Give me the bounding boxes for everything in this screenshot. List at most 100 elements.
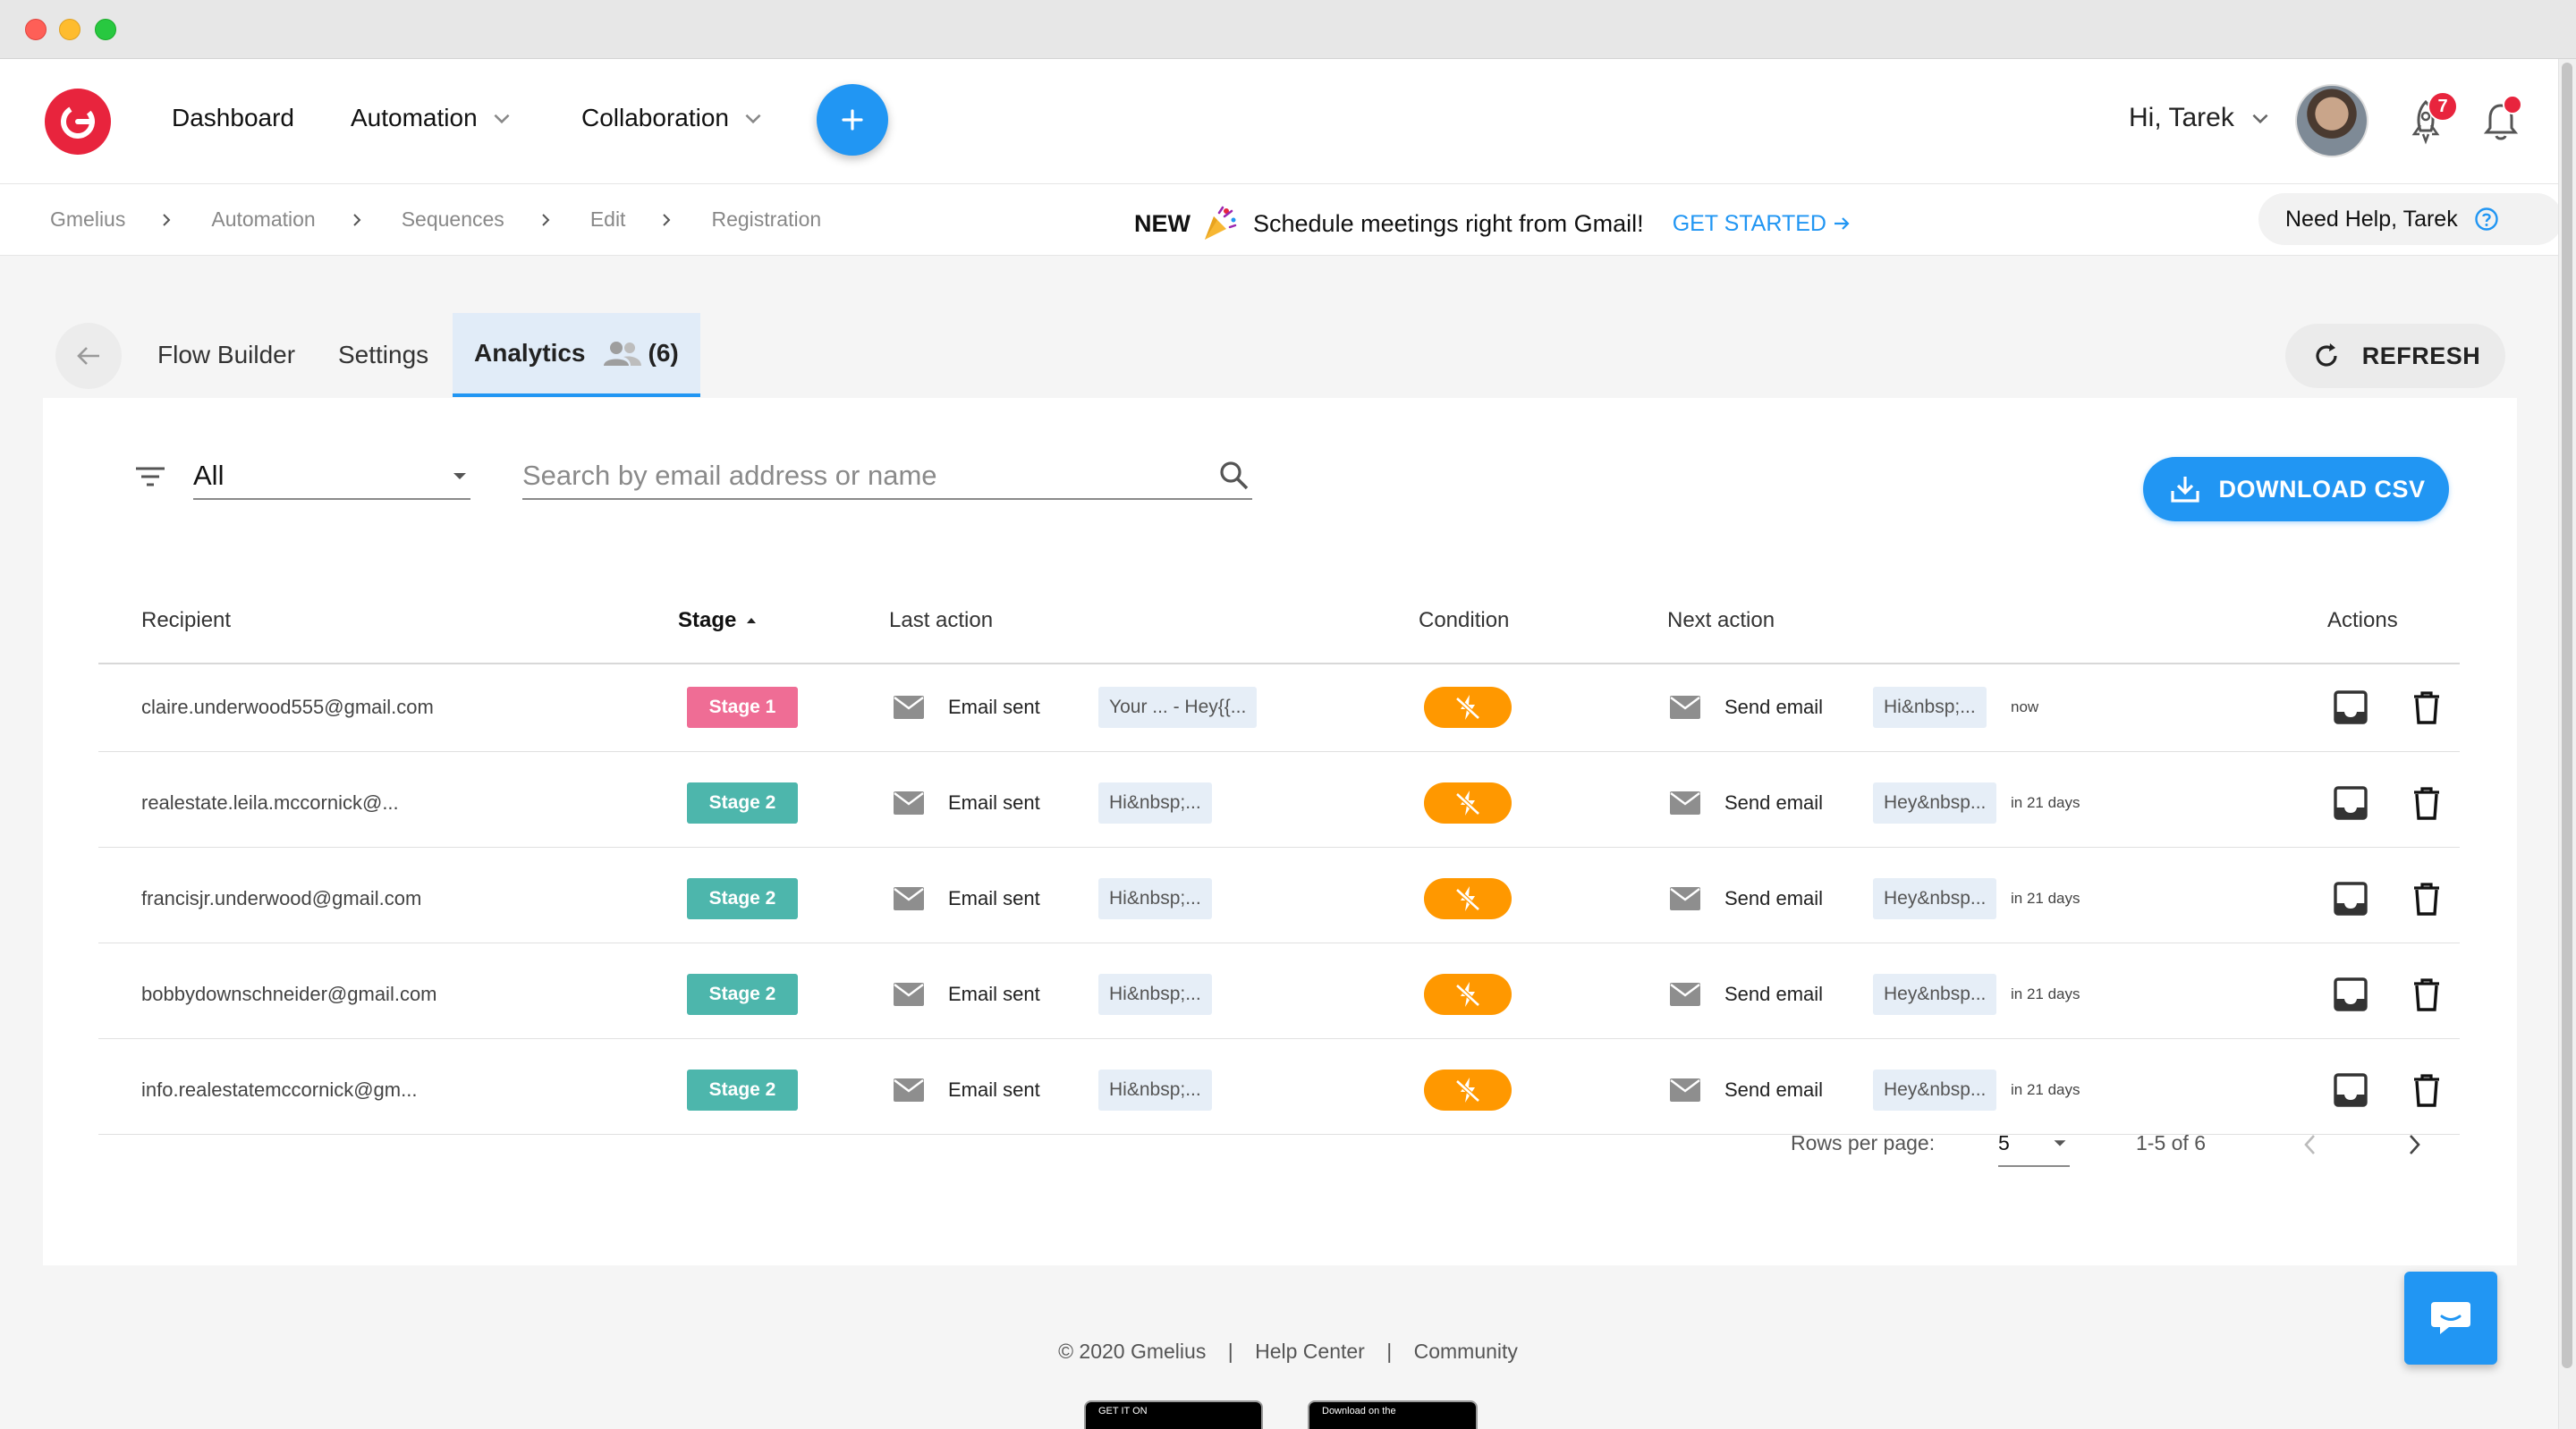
header-last-action[interactable]: Last action <box>889 608 993 633</box>
next-action-label: Send email <box>1724 696 1824 718</box>
chevron-right-icon <box>353 213 361 226</box>
breadcrumb-sequences[interactable]: Sequences <box>402 207 504 232</box>
next-action-preview[interactable]: Hey&nbsp... <box>1873 1047 1997 1133</box>
next-page-icon[interactable] <box>2404 1133 2424 1156</box>
breadcrumb-registration: Registration <box>711 207 822 231</box>
condition-toggle[interactable] <box>1424 1047 1512 1133</box>
gmelius-logo[interactable] <box>45 89 111 155</box>
google-play-badge[interactable]: GET IT ON <box>1084 1400 1263 1429</box>
last-action-preview-text: Your ... - Hey{{... <box>1098 687 1258 728</box>
rocket-badge: 7 <box>2428 91 2458 122</box>
back-button[interactable] <box>55 323 122 389</box>
flash-off-icon <box>1424 782 1512 824</box>
minimize-window-button[interactable] <box>59 19 80 40</box>
next-action-preview[interactable]: Hi&nbsp;... <box>1873 664 1987 750</box>
tab-analytics[interactable]: Analytics (6) <box>453 313 700 397</box>
next-action-label: Send email <box>1724 887 1824 909</box>
last-action-preview[interactable]: Hi&nbsp;... <box>1098 951 1212 1037</box>
last-action-preview[interactable]: Your ... - Hey{{... <box>1098 664 1258 750</box>
mail-icon <box>893 856 925 942</box>
refresh-button[interactable]: REFRESH <box>2285 324 2505 388</box>
footer-separator: | <box>1386 1340 1393 1363</box>
download-csv-button[interactable]: DOWNLOAD CSV <box>2143 457 2449 521</box>
condition-toggle[interactable] <box>1424 664 1512 750</box>
user-menu[interactable]: Hi, Tarek <box>2129 103 2272 133</box>
scrollbar-thumb[interactable] <box>2562 63 2572 1368</box>
sort-ascending-icon <box>747 618 757 623</box>
inbox-icon[interactable] <box>2333 664 2368 750</box>
app-store-badge[interactable]: Download on the <box>1308 1400 1478 1429</box>
window-titlebar <box>0 0 2576 59</box>
inbox-icon[interactable] <box>2333 856 2368 942</box>
avatar[interactable] <box>2295 84 2368 157</box>
delete-icon[interactable] <box>2411 951 2442 1037</box>
mail-icon <box>1669 1047 1701 1133</box>
next-action-preview[interactable]: Hey&nbsp... <box>1873 951 1997 1037</box>
chat-button[interactable] <box>2404 1272 2497 1365</box>
inbox-icon[interactable] <box>2333 951 2368 1037</box>
close-window-button[interactable] <box>25 19 47 40</box>
next-action-label: Send email <box>1724 983 1824 1005</box>
last-action-preview[interactable]: Hi&nbsp;... <box>1098 760 1212 846</box>
next-action-preview[interactable]: Hey&nbsp... <box>1873 856 1997 942</box>
nav-dashboard[interactable]: Dashboard <box>172 104 294 132</box>
search-icon[interactable] <box>1216 458 1252 494</box>
condition-toggle[interactable] <box>1424 760 1512 846</box>
last-action-preview[interactable]: Hi&nbsp;... <box>1098 1047 1212 1133</box>
header-recipient[interactable]: Recipient <box>141 608 231 633</box>
inbox-icon[interactable] <box>2333 760 2368 846</box>
footer-separator: | <box>1227 1340 1233 1363</box>
last-action-preview-text: Hi&nbsp;... <box>1098 878 1212 919</box>
filter-select[interactable]: All <box>193 453 470 500</box>
chevron-right-icon <box>663 213 671 226</box>
stage-badge-label: Stage 2 <box>687 782 798 824</box>
maximize-window-button[interactable] <box>95 19 116 40</box>
breadcrumb-gmelius[interactable]: Gmelius <box>50 207 125 232</box>
tab-settings-label: Settings <box>338 341 429 368</box>
header-next-action[interactable]: Next action <box>1667 608 1775 633</box>
stage-badge: Stage 2 <box>687 1047 798 1133</box>
nav-automation[interactable]: Automation <box>351 104 513 132</box>
header-stage[interactable]: Stage <box>678 608 758 633</box>
create-new-button[interactable] <box>817 84 888 156</box>
header-stage-label: Stage <box>678 608 737 632</box>
tab-flow-builder[interactable]: Flow Builder <box>157 313 295 397</box>
nav-collaboration-label: Collaboration <box>581 104 729 131</box>
tab-settings[interactable]: Settings <box>338 313 428 397</box>
breadcrumb-edit[interactable]: Edit <box>590 207 626 232</box>
flash-off-icon <box>1424 687 1512 728</box>
delete-icon[interactable] <box>2411 856 2442 942</box>
next-action-preview[interactable]: Hey&nbsp... <box>1873 760 1997 846</box>
footer-community-link[interactable]: Community <box>1414 1340 1518 1363</box>
nav-collaboration[interactable]: Collaboration <box>581 104 765 132</box>
delete-icon[interactable] <box>2411 1047 2442 1133</box>
flash-off-icon <box>1424 974 1512 1015</box>
delete-icon[interactable] <box>2411 760 2442 846</box>
inbox-icon[interactable] <box>2333 1047 2368 1133</box>
need-help-button[interactable]: Need Help, Tarek <box>2258 193 2563 245</box>
last-action-label: Email sent <box>948 696 1040 718</box>
condition-toggle[interactable] <box>1424 856 1512 942</box>
condition-toggle[interactable] <box>1424 951 1512 1037</box>
mail-icon <box>893 951 925 1037</box>
footer-help-center-link[interactable]: Help Center <box>1255 1340 1365 1363</box>
rows-per-page-select[interactable]: 5 <box>1998 1120 2070 1167</box>
flash-off-icon <box>1424 878 1512 919</box>
mail-icon <box>893 760 925 846</box>
last-action-label: Email sent <box>948 1078 1040 1101</box>
need-help-label: Need Help, Tarek <box>2285 206 2458 232</box>
arrow-right-icon <box>1834 217 1850 230</box>
last-action-preview-text: Hi&nbsp;... <box>1098 782 1212 824</box>
promo-new-label: NEW <box>1134 209 1191 237</box>
header-condition[interactable]: Condition <box>1419 608 1509 633</box>
mail-icon <box>893 1047 925 1133</box>
chevron-down-icon <box>745 114 761 124</box>
last-action-preview[interactable]: Hi&nbsp;... <box>1098 856 1212 942</box>
next-action-preview-text: Hey&nbsp... <box>1873 878 1997 919</box>
get-started-link[interactable]: GET STARTED <box>1673 211 1852 237</box>
search-input[interactable] <box>522 460 1184 492</box>
breadcrumb-automation[interactable]: Automation <box>211 207 315 232</box>
previous-page-icon[interactable] <box>2301 1133 2320 1156</box>
delete-icon[interactable] <box>2411 664 2442 750</box>
next-action-preview-text: Hey&nbsp... <box>1873 974 1997 1015</box>
